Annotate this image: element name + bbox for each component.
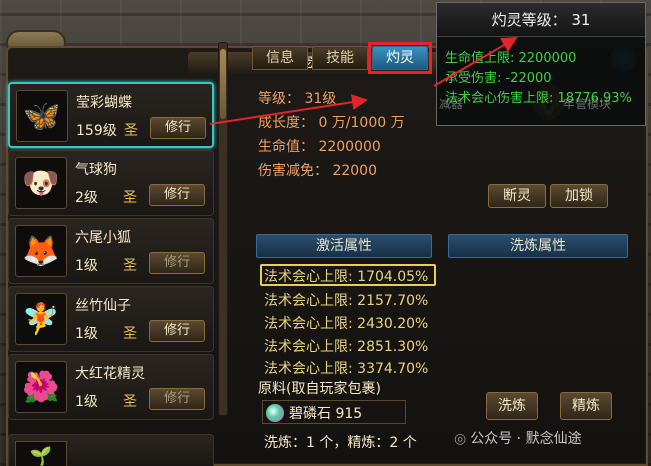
- section-activate: 激活属性: [256, 234, 432, 258]
- cultivate-button[interactable]: 修行: [149, 252, 205, 274]
- attribute-3: 法术会心上限: 2851.30%: [264, 339, 429, 355]
- pet-rank: 圣: [123, 258, 137, 274]
- pet-list-scrollbar[interactable]: [218, 42, 228, 416]
- gem-icon: [266, 404, 284, 422]
- watermark: ◎ 公众号 · 默念仙途: [454, 428, 582, 448]
- refine-button[interactable]: 精炼: [560, 392, 612, 420]
- pet-rank: 圣: [123, 394, 137, 410]
- attribute-2: 法术会心上限: 2430.20%: [264, 316, 429, 332]
- cultivate-button[interactable]: 修行: [149, 320, 205, 342]
- pet-list: 🦋 莹彩蝴蝶 159级 圣 修行 🐶 气球狗 2级 圣 修行 🦊 六尾小狐 1级…: [8, 40, 216, 420]
- cultivate-button[interactable]: 修行: [150, 117, 206, 139]
- pet-level: 1级: [75, 394, 98, 410]
- tooltip-title: 灼灵等级： 31: [437, 3, 645, 37]
- material-label: 原料(取自玩家包裹): [258, 381, 381, 397]
- attribute-0: 法术会心上限: 1704.05%: [264, 269, 429, 285]
- break-spirit-button[interactable]: 断灵: [488, 184, 546, 208]
- tooltip-line-hp: 生命值上限: 2200000: [445, 51, 577, 66]
- material-item: 碧磷石 915: [289, 406, 363, 422]
- attribute-4: 法术会心上限: 3374.70%: [264, 361, 429, 377]
- cultivate-button[interactable]: 修行: [149, 388, 205, 410]
- pet-rank: 圣: [123, 190, 137, 206]
- pet-name: 气球狗: [75, 162, 117, 178]
- stat-hp: 生命值： 2200000: [258, 139, 381, 155]
- pet-level: 1级: [75, 258, 98, 274]
- cost-counts: 洗炼：1 个，精炼：2 个: [264, 435, 417, 451]
- pet-card-3[interactable]: 🧚 丝竹仙子 1级 圣 修行: [8, 286, 214, 352]
- butterfly-icon: 🦋: [16, 90, 68, 142]
- fairy-icon: 🧚: [15, 293, 67, 345]
- pet-level: 2级: [75, 190, 98, 206]
- pet-name: 大红花精灵: [75, 366, 145, 382]
- pet-level: 159级: [76, 123, 117, 139]
- stat-level: 等级： 31级: [258, 91, 337, 107]
- section-wash: 洗炼属性: [448, 234, 628, 258]
- pet-name: 莹彩蝴蝶: [76, 95, 132, 111]
- sprout-icon: 🌱: [15, 441, 67, 466]
- pet-card-0[interactable]: 🦋 莹彩蝴蝶 159级 圣 修行: [8, 82, 214, 148]
- cultivate-button[interactable]: 修行: [149, 184, 205, 206]
- pet-card-2[interactable]: 🦊 六尾小狐 1级 圣 修行: [8, 218, 214, 284]
- stat-growth: 成长度： 0 万/1000 万: [258, 115, 405, 131]
- stat-reduction: 伤害减免： 22000: [258, 163, 377, 179]
- pet-name: 丝竹仙子: [75, 298, 131, 314]
- scrollbar-thumb[interactable]: [220, 49, 226, 119]
- tooltip-line-damage: 承受伤害: -22000: [445, 71, 552, 86]
- pet-name: 六尾小狐: [75, 230, 131, 246]
- attribute-1: 法术会心上限: 2157.70%: [264, 293, 429, 309]
- wechat-icon: ◎: [454, 431, 467, 447]
- tab-info[interactable]: 信息: [252, 46, 308, 70]
- pet-rank: 圣: [123, 326, 137, 342]
- pet-card-partial[interactable]: 🌱: [8, 434, 214, 466]
- material-slot[interactable]: 碧磷石 915: [262, 400, 406, 424]
- lock-button[interactable]: 加锁: [550, 184, 608, 208]
- tab-skills[interactable]: 技能: [312, 46, 368, 70]
- pet-rank: 圣: [124, 123, 138, 139]
- fox-icon: 🦊: [15, 225, 67, 277]
- wash-button[interactable]: 洗炼: [486, 392, 538, 420]
- pet-card-4[interactable]: 🌺 大红花精灵 1级 圣 修行: [8, 354, 214, 420]
- pet-card-1[interactable]: 🐶 气球狗 2级 圣 修行: [8, 150, 214, 216]
- zhuoling-tooltip: 灼灵等级： 31 减器 牢管模块 生命值上限: 2200000 承受伤害: -2…: [436, 2, 646, 126]
- watermark-text: 公众号 · 默念仙途: [470, 431, 582, 447]
- tab-highlight-box: [368, 42, 432, 74]
- pet-level: 1级: [75, 326, 98, 342]
- balloon-dog-icon: 🐶: [15, 157, 67, 209]
- flower-spirit-icon: 🌺: [15, 361, 67, 413]
- tooltip-line-crit: 法术会心伤害上限: 18776.93%: [445, 91, 632, 106]
